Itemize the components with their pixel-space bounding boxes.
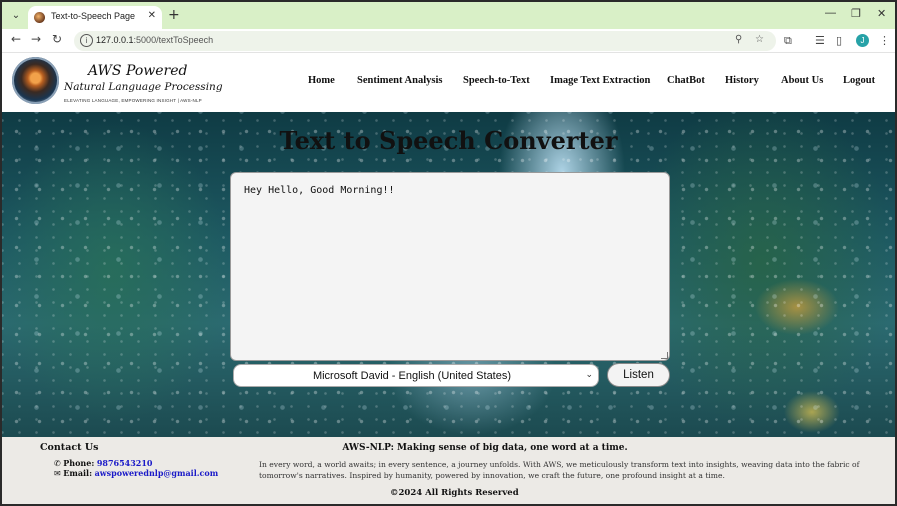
copyright: ©2024 All Rights Reserved xyxy=(390,488,519,498)
voice-select-value: Microsoft David - English (United States… xyxy=(312,370,512,382)
email-link[interactable]: awspowerednlp@gmail.com xyxy=(95,468,219,478)
footer-paragraph: In every word, a world awaits; in every … xyxy=(259,460,860,480)
footer-tagline: AWS-NLP: Making sense of big data, one w… xyxy=(342,443,628,453)
resize-handle[interactable] xyxy=(661,352,668,359)
browser-tab[interactable]: Text-to-Speech Page ✕ xyxy=(28,6,162,29)
extensions-icon[interactable]: ⧉ xyxy=(784,34,792,48)
plus-icon[interactable]: + xyxy=(168,7,180,23)
tab-title: Text-to-Speech Page xyxy=(51,11,136,21)
star-icon[interactable]: ☆ xyxy=(755,34,764,45)
nav-chatbot[interactable]: ChatBot xyxy=(667,75,705,86)
phone-label: Phone: xyxy=(63,458,95,468)
nav-speech-to-text[interactable]: Speech-to-Text xyxy=(463,75,530,86)
nav-about-us[interactable]: About Us xyxy=(781,75,823,86)
url-path: :5000/textToSpeech xyxy=(133,35,214,45)
nav-history[interactable]: History xyxy=(725,75,759,86)
browser-toolbar: ← → ↻ i 127.0.0.1:5000/textToSpeech ⚲ ☆ … xyxy=(2,29,895,53)
email-line: ✉ Email: awspowerednlp@gmail.com xyxy=(54,468,218,478)
address-bar[interactable]: i 127.0.0.1:5000/textToSpeech ⚲ ☆ xyxy=(74,31,776,51)
forward-icon[interactable]: → xyxy=(28,32,44,46)
close-window-icon[interactable]: ✕ xyxy=(877,7,886,20)
chevron-down-icon: ⌄ xyxy=(585,369,593,379)
nav-home[interactable]: Home xyxy=(308,75,335,86)
profile-avatar[interactable]: J xyxy=(856,34,869,47)
voice-select[interactable]: Microsoft David - English (United States… xyxy=(233,364,599,387)
info-icon[interactable]: i xyxy=(80,34,93,47)
page-title: Text to Speech Converter xyxy=(279,126,618,155)
brand-title: AWS Powered xyxy=(88,63,188,79)
browser-window: ⌄ Text-to-Speech Page ✕ + — ❐ ✕ ← → ↻ i … xyxy=(0,0,897,506)
close-icon[interactable]: ✕ xyxy=(148,10,156,21)
brand-tagline: ELEVATING LANGUAGE, EMPOWERING INSIGHT |… xyxy=(64,98,202,103)
reading-list-icon[interactable]: ☰ xyxy=(815,34,825,47)
email-label: Email: xyxy=(63,468,93,478)
brand-subtitle: Natural Language Processing xyxy=(64,81,223,93)
nav-logout[interactable]: Logout xyxy=(843,75,875,86)
tab-strip: ⌄ Text-to-Speech Page ✕ + — ❐ ✕ xyxy=(2,2,895,29)
nav-image-text-extraction[interactable]: Image Text Extraction xyxy=(550,75,650,86)
side-panel-icon[interactable]: ▯ xyxy=(836,34,842,47)
hero-section: Text to Speech Converter Hey Hello, Good… xyxy=(2,112,895,437)
phone-icon: ✆ xyxy=(54,459,61,468)
mail-icon: ✉ xyxy=(54,469,61,478)
zoom-icon[interactable]: ⚲ xyxy=(735,34,742,45)
menu-icon[interactable]: ⋮ xyxy=(879,34,890,47)
url-text[interactable]: 127.0.0.1:5000/textToSpeech xyxy=(96,35,213,45)
favicon-icon xyxy=(34,12,45,23)
phone-link[interactable]: 9876543210 xyxy=(97,458,153,468)
listen-button[interactable]: Listen xyxy=(607,363,670,387)
restore-icon[interactable]: ❐ xyxy=(851,7,861,20)
site-header: AWS Powered Natural Language Processing … xyxy=(2,53,895,112)
minimize-icon[interactable]: — xyxy=(825,7,836,19)
back-icon[interactable]: ← xyxy=(8,32,24,46)
site-footer: Contact Us ✆ Phone: 9876543210 ✉ Email: … xyxy=(2,437,895,504)
reload-icon[interactable]: ↻ xyxy=(49,32,65,46)
nav-sentiment-analysis[interactable]: Sentiment Analysis xyxy=(357,75,442,86)
url-host: 127.0.0.1 xyxy=(96,35,134,45)
tab-menu-icon[interactable]: ⌄ xyxy=(8,8,24,24)
phone-line: ✆ Phone: 9876543210 xyxy=(54,458,153,468)
text-input[interactable]: Hey Hello, Good Morning!! xyxy=(230,172,670,361)
logo-icon[interactable] xyxy=(12,57,59,104)
